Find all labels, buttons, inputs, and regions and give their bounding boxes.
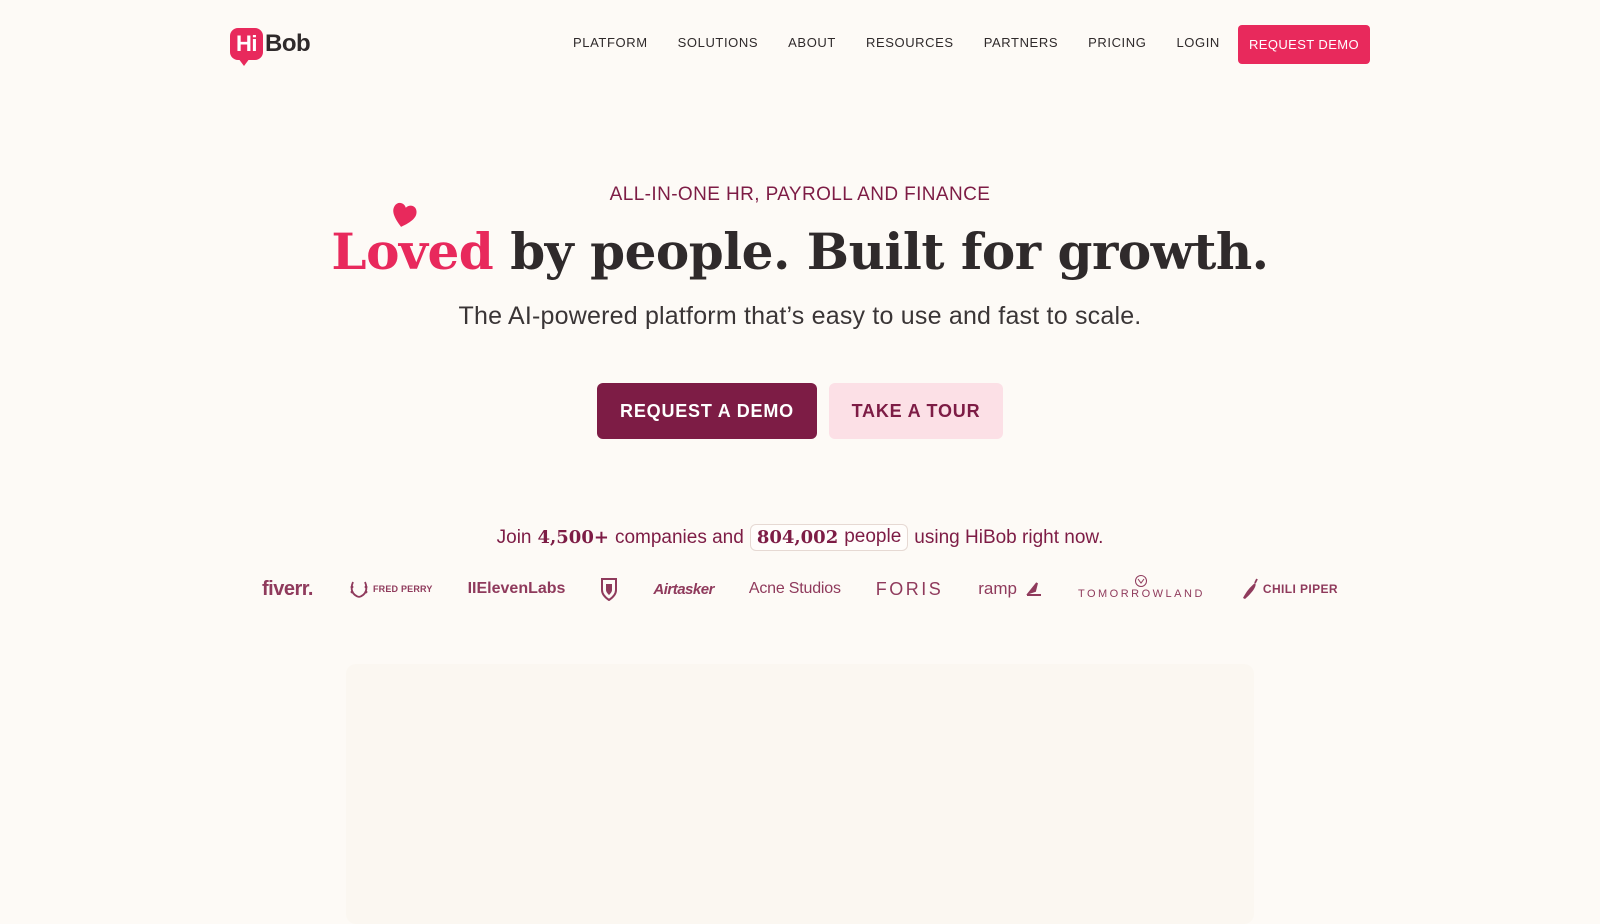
ramp-wing-icon [1026,582,1041,596]
take-a-tour-button[interactable]: TAKE A TOUR [829,383,1003,439]
logo-fulham-crest [600,577,618,601]
hero-cta-group: REQUEST A DEMO TAKE A TOUR [0,383,1600,439]
logo-foris: FORIS [875,578,944,599]
site-header: Hi Bob PLATFORM SOLUTIONS ABOUT RESOURCE… [0,0,1600,88]
proof-prefix: Join [496,526,532,548]
nav-item-pricing[interactable]: PRICING [1088,30,1146,56]
product-preview-area [346,664,1254,924]
people-count: 804,002 [756,526,839,548]
companies-count: 4,500+ [537,527,609,548]
heart-icon [393,202,417,227]
logo-fred-perry-text: FRED PERRY [372,584,433,594]
logo-acne-studios: Acne Studios [748,580,841,597]
hero-title: Loved by people. Built for growth. [0,202,1600,281]
logo-chili-piper: CHILI PIPER [1240,578,1338,600]
logo-airtasker: Airtasker [653,580,714,598]
social-proof-line: Join 4,500+ companies and 804,002 people… [0,524,1600,551]
nav-item-platform[interactable]: PLATFORM [573,30,648,56]
tomorrowland-emblem-icon [1134,575,1147,587]
nav-item-resources[interactable]: RESOURCES [866,30,954,56]
nav-item-login[interactable]: LOGIN [1176,30,1219,56]
logo-hi-badge: Hi [230,28,263,66]
request-demo-button[interactable]: REQUEST DEMO [1238,25,1370,64]
proof-suffix: using HiBob right now. [914,526,1104,548]
shield-crest-icon [601,578,618,601]
hero-title-highlight: Loved [331,202,510,281]
hero-eyebrow: ALL-IN-ONE HR, PAYROLL AND FINANCE [609,184,991,205]
main-nav: PLATFORM SOLUTIONS ABOUT RESOURCES PARTN… [573,30,1250,56]
people-label: people [844,526,902,547]
logo-ramp-text: ramp [978,579,1017,598]
chili-pepper-icon [1242,578,1258,599]
nav-item-solutions[interactable]: SOLUTIONS [678,30,759,56]
logo-elevenlabs: IIElevenLabs [467,580,566,597]
proof-companies-text: companies and [614,526,744,548]
laurel-wreath-icon [350,581,368,598]
hero-subtitle: The AI-powered platform that’s easy to u… [458,302,1142,330]
hibob-logo[interactable]: Hi Bob [230,26,311,66]
logo-bob-text: Bob [265,30,311,57]
logo-chili-piper-text: CHILI PIPER [1262,582,1338,596]
nav-item-partners[interactable]: PARTNERS [984,30,1058,56]
customer-logo-strip: fiverr. FRED PERRY IIElevenLabs Airtaske… [262,575,1338,602]
logo-tomorrowland: TOMORROWLAND [1077,575,1205,600]
request-a-demo-button[interactable]: REQUEST A DEMO [597,383,817,439]
logo-fred-perry: FRED PERRY [348,578,433,600]
nav-item-about[interactable]: ABOUT [788,30,836,56]
hero-title-rest: by people. Built for growth. [510,222,1269,281]
people-counter-badge: 804,002 people [749,524,909,551]
logo-tomorrowland-text: TOMORROWLAND [1077,588,1205,600]
logo-ramp: ramp [978,579,1043,599]
logo-fiverr: fiverr. [262,577,313,600]
hero-title-loved-text: Loved [331,222,494,281]
